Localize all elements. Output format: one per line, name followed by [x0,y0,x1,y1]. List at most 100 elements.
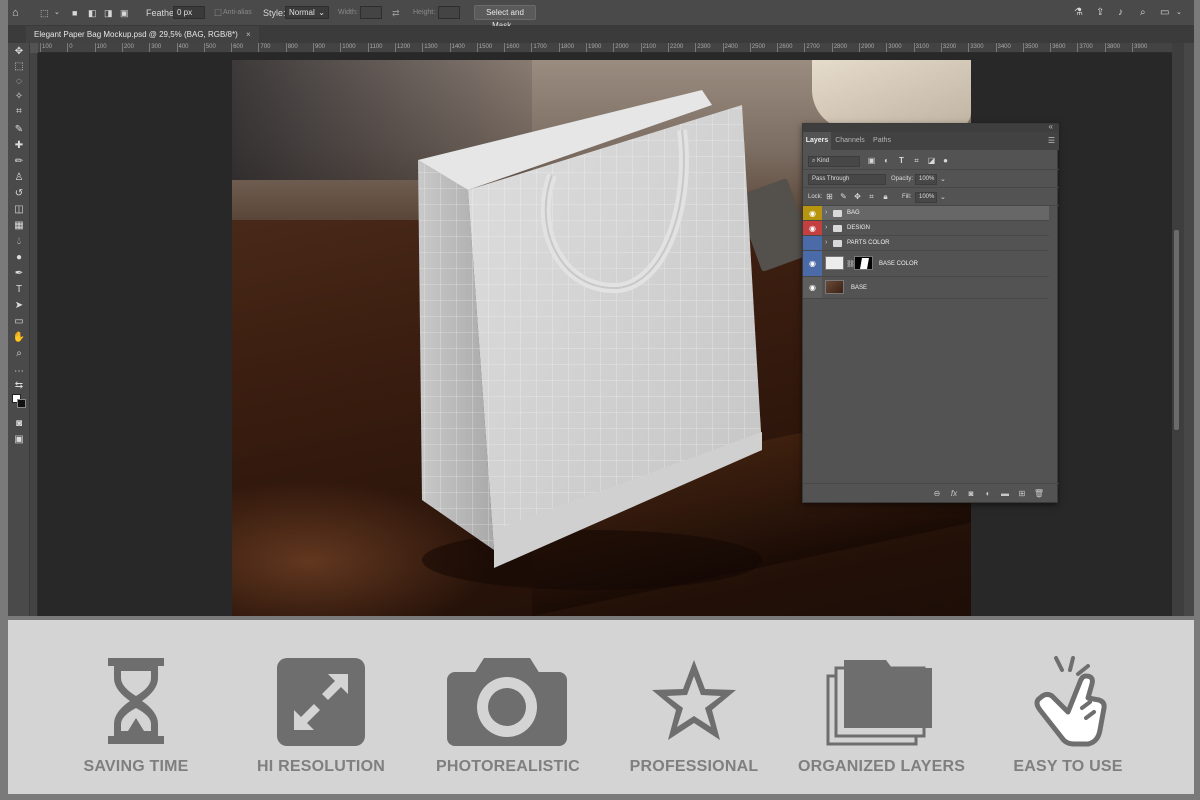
chevron-down-icon[interactable]: ⌄ [54,5,60,21]
filter-type-icon[interactable]: T [897,156,906,166]
filter-smart-object-icon[interactable]: ◪ [927,156,936,166]
scrollbar-thumb[interactable] [1174,230,1179,430]
chevron-right-icon[interactable]: › [825,224,827,231]
flask-icon[interactable]: ⚗ [1074,5,1083,21]
chevron-down-icon[interactable]: ⌄ [940,192,946,203]
hand-tool-icon[interactable]: ✋ [12,331,26,344]
antialias-checkbox[interactable]: ☐ [214,5,222,21]
tab-paths[interactable]: Paths [869,132,895,150]
layer-name: PARTS COLOR [847,240,890,246]
lock-image-icon[interactable]: ✎ [839,192,848,202]
feature-label: PROFESSIONAL [629,758,759,775]
ruler-tick: 1800 [558,43,574,52]
layer-row-bag[interactable]: ◉ › BAG [803,206,1049,221]
bell-icon[interactable]: ♪ [1118,5,1123,21]
adjustment-layer-icon[interactable]: ◐ [982,488,994,499]
folder-icon [833,240,842,247]
new-layer-icon[interactable]: ⊞ [1016,488,1028,499]
select-and-mask-button[interactable]: Select and Mask... [474,5,536,30]
filter-pixel-icon[interactable]: ▣ [867,156,876,166]
layer-row-base[interactable]: ◉ BASE [803,277,1049,299]
fill-input[interactable]: 100% [915,192,937,203]
crop-tool-icon[interactable]: ⌗ [12,105,26,118]
magic-wand-tool-icon[interactable]: ✧ [12,90,26,103]
type-tool-icon[interactable]: T [12,283,26,296]
new-selection-icon[interactable]: ■ [72,5,77,21]
eye-icon[interactable]: ◉ [807,210,818,218]
filter-toggle-icon[interactable]: ● [941,156,950,166]
marquee-tool-icon[interactable]: ⬚ [12,60,26,73]
swap-colors-icon[interactable]: ⇆ [12,379,26,392]
layer-thumbnail[interactable] [825,256,844,270]
lock-artboard-icon[interactable]: ⌗ [867,192,876,202]
width-input[interactable] [360,6,382,19]
layer-row-base-color[interactable]: ◉ ⛓︎ BASE COLOR [803,251,1049,277]
intersect-selection-icon[interactable]: ▣ [120,5,129,21]
search-icon[interactable]: ⌕ [1140,5,1146,21]
dodge-tool-icon[interactable]: ● [12,251,26,264]
chevron-right-icon[interactable]: › [825,209,827,216]
share-icon[interactable]: ⇪ [1096,5,1104,21]
swap-icon[interactable]: ⇄ [392,5,400,21]
chevron-right-icon[interactable]: › [825,239,827,246]
add-selection-icon[interactable]: ◧ [88,5,97,21]
pen-tool-icon[interactable]: ✒ [12,267,26,280]
blend-mode-select[interactable]: Pass Through [808,174,886,185]
blur-tool-icon[interactable]: 💧︎ [12,235,26,248]
history-brush-tool-icon[interactable]: ↺ [12,187,26,200]
screen-mode-icon[interactable]: ▣ [12,433,26,446]
background-color-swatch[interactable] [17,399,26,408]
feather-input[interactable]: 0 px [173,6,205,19]
ruler-tick: 1500 [476,43,492,52]
tab-channels[interactable]: Channels [833,132,867,150]
home-icon[interactable]: ⌂ [12,5,19,21]
eye-icon[interactable]: ◉ [807,225,818,233]
workspace-icon[interactable]: ▭ [1160,5,1169,21]
gradient-tool-icon[interactable]: ▦ [12,219,26,232]
style-value: Normal [289,8,315,17]
trash-icon[interactable]: 🗑︎ [1033,488,1045,499]
style-select[interactable]: Normal ⌄ [285,6,329,19]
new-group-icon[interactable]: ▬ [999,488,1011,499]
collapse-icon[interactable]: « [1049,122,1053,131]
opacity-label: Opacity: [891,176,914,182]
clone-stamp-tool-icon[interactable]: ♙ [12,171,26,184]
chevron-down-icon[interactable]: ⌄ [1176,5,1182,21]
subtract-selection-icon[interactable]: ◨ [104,5,113,21]
lock-all-icon[interactable]: 🔒︎ [881,192,890,202]
zoom-tool-icon[interactable]: ⌕ [12,347,26,360]
lasso-tool-icon[interactable]: ◌ [12,75,26,88]
fx-icon[interactable]: fx [948,488,960,499]
eraser-tool-icon[interactable]: ◫ [12,203,26,216]
height-input[interactable] [438,6,460,19]
layer-thumbnail[interactable] [825,280,844,294]
brush-tool-icon[interactable]: ✏ [12,155,26,168]
add-mask-icon[interactable]: ◙ [965,488,977,499]
path-selection-tool-icon[interactable]: ➤ [12,299,26,312]
link-layers-icon[interactable]: ⊖ [931,488,943,499]
layer-row-parts-color[interactable]: › PARTS COLOR [803,236,1049,251]
rectangle-tool-icon[interactable]: ▭ [12,315,26,328]
panel-menu-icon[interactable]: ☰ [1048,136,1055,145]
tab-layers[interactable]: Layers [803,132,831,150]
quick-mask-icon[interactable]: ◙ [12,417,26,430]
more-tools-icon[interactable]: ⋯ [12,365,26,378]
eye-icon[interactable]: ◉ [807,284,818,292]
filter-adjustment-icon[interactable]: ◐ [882,156,891,166]
layer-row-design[interactable]: ◉ › DESIGN [803,221,1049,236]
lock-transparent-icon[interactable]: ⊞ [825,192,834,202]
filter-kind-select[interactable]: ⌕ Kind [808,156,860,167]
eye-icon[interactable]: ◉ [807,260,818,268]
healing-brush-tool-icon[interactable]: ✚ [12,139,26,152]
opacity-input[interactable]: 100% [915,174,937,185]
lock-position-icon[interactable]: ✥ [853,192,862,202]
ruler-tick: 300 [149,43,161,52]
close-icon[interactable]: × [246,30,251,39]
layer-mask-thumbnail[interactable] [854,256,873,270]
chevron-down-icon[interactable]: ⌄ [940,174,946,185]
marquee-tool-icon[interactable]: ⬚ [40,5,49,21]
eyedropper-tool-icon[interactable]: ✎ [12,123,26,136]
document-tab[interactable]: Elegant Paper Bag Mockup.psd @ 29,5% (BA… [26,26,259,43]
move-tool-icon[interactable]: ✥ [12,45,26,58]
filter-shape-icon[interactable]: ⌗ [912,156,921,166]
